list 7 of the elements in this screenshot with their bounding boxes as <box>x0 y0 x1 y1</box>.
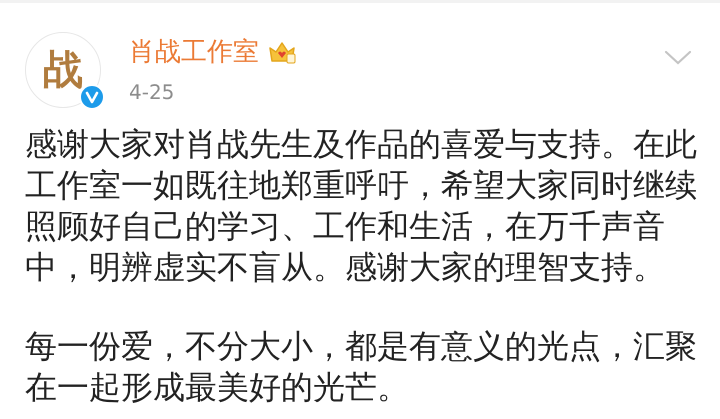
avatar[interactable]: 战 <box>25 32 101 108</box>
chevron-down-icon[interactable] <box>664 50 692 66</box>
post-date: 4-25 <box>129 82 176 102</box>
post-paragraph: 每一份爱，不分大小，都是有意义的光点，汇聚在一起形成最美好的光芒。 <box>25 326 698 408</box>
author-name[interactable]: 肖战工作室 <box>129 39 259 65</box>
post-paragraph: 感谢大家对肖战先生及作品的喜爱与支持。在此工作室一如既往地郑重呼吁，希望大家同时继续照顾好自己的学习、工作和生活，在万千声音中，明辨虚实不盲从。感谢大家的理智支持。 <box>25 124 698 288</box>
avatar-logo: 战 <box>43 50 83 90</box>
